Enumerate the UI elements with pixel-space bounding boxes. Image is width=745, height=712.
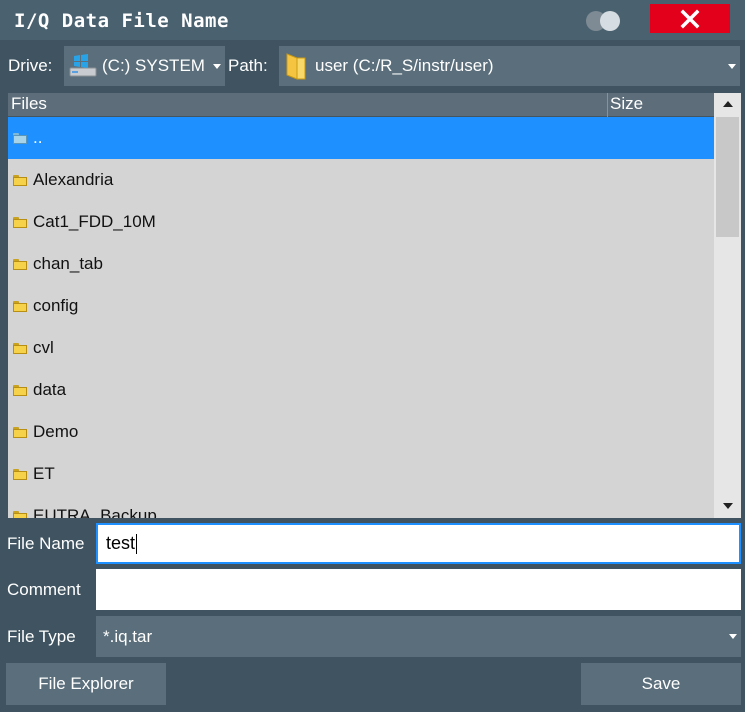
- file-row[interactable]: cvl: [8, 327, 714, 369]
- close-button[interactable]: [650, 4, 730, 33]
- file-explorer-button[interactable]: File Explorer: [6, 663, 166, 705]
- folder-icon: [13, 384, 27, 396]
- path-value: user (C:/R_S/instr/user): [315, 56, 494, 75]
- file-name-input[interactable]: test: [96, 523, 741, 564]
- file-row[interactable]: Demo: [8, 411, 714, 453]
- file-row-name: Demo: [33, 422, 79, 441]
- file-row-name: EUTRA_Backup: [33, 506, 157, 518]
- path-label: Path:: [228, 56, 268, 75]
- file-row[interactable]: EUTRA_Backup: [8, 495, 714, 518]
- folder-icon: [13, 258, 27, 270]
- drive-path-row: Drive: (C:) SYSTEM Path: user (C:/R_S/in…: [0, 44, 745, 88]
- close-icon: [680, 9, 700, 28]
- file-row[interactable]: config: [8, 285, 714, 327]
- path-dropdown-icon: [728, 64, 736, 69]
- column-header-files[interactable]: Files: [11, 94, 47, 114]
- file-row[interactable]: data: [8, 369, 714, 411]
- folder-icon: [13, 174, 27, 186]
- windows-drive-icon: [69, 54, 97, 77]
- file-list[interactable]: Files Size .. Alexandria Cat1_FDD_10M ch…: [8, 93, 741, 518]
- file-row-name: Alexandria: [33, 170, 114, 189]
- file-row-parent[interactable]: ..: [8, 117, 714, 159]
- file-name-label: File Name: [7, 534, 85, 553]
- folder-up-icon: [13, 132, 27, 144]
- transparency-toggle-icon[interactable]: [586, 11, 622, 31]
- file-row-name: config: [33, 296, 79, 315]
- folder-icon: [13, 468, 27, 480]
- file-type-label: File Type: [7, 627, 76, 646]
- file-list-scrollbar[interactable]: [714, 93, 741, 518]
- file-type-dropdown-icon: [729, 634, 737, 639]
- file-row[interactable]: ET: [8, 453, 714, 495]
- drive-label: Drive:: [8, 56, 53, 75]
- drive-dropdown-icon: [213, 64, 221, 69]
- file-row-name: Cat1_FDD_10M: [33, 212, 156, 231]
- file-row[interactable]: chan_tab: [8, 243, 714, 285]
- file-name-value: test: [106, 533, 136, 553]
- file-row[interactable]: Cat1_FDD_10M: [8, 201, 714, 243]
- path-select[interactable]: user (C:/R_S/instr/user): [279, 46, 740, 86]
- scroll-up-icon[interactable]: [723, 101, 733, 107]
- file-row-name: chan_tab: [33, 254, 103, 273]
- drive-value: (C:) SYSTEM: [102, 56, 205, 75]
- comment-input[interactable]: [96, 569, 741, 610]
- folder-icon: [13, 342, 27, 354]
- title-bar: I/Q Data File Name: [0, 0, 745, 40]
- column-header-size[interactable]: Size: [610, 94, 643, 114]
- file-row-name: data: [33, 380, 67, 399]
- folder-icon: [286, 53, 306, 80]
- scrollbar-thumb[interactable]: [716, 117, 739, 237]
- file-row[interactable]: Alexandria: [8, 159, 714, 201]
- file-row-name: cvl: [33, 338, 54, 357]
- file-type-select[interactable]: *.iq.tar: [96, 616, 741, 657]
- save-button[interactable]: Save: [581, 663, 741, 705]
- folder-icon: [13, 426, 27, 438]
- file-rows: .. Alexandria Cat1_FDD_10M chan_tab conf…: [8, 117, 714, 518]
- file-list-header: Files Size: [8, 93, 714, 117]
- folder-icon: [13, 510, 27, 518]
- iq-data-file-dialog: I/Q Data File Name Drive: (C:) SYSTEM Pa…: [0, 0, 745, 712]
- file-row-name: ET: [33, 464, 55, 483]
- drive-select[interactable]: (C:) SYSTEM: [64, 46, 225, 86]
- scroll-down-icon[interactable]: [723, 503, 733, 509]
- file-type-value: *.iq.tar: [103, 626, 153, 646]
- folder-icon: [13, 216, 27, 228]
- comment-label: Comment: [7, 580, 81, 599]
- dialog-title: I/Q Data File Name: [14, 10, 229, 32]
- file-row-name: ..: [33, 128, 43, 147]
- folder-icon: [13, 300, 27, 312]
